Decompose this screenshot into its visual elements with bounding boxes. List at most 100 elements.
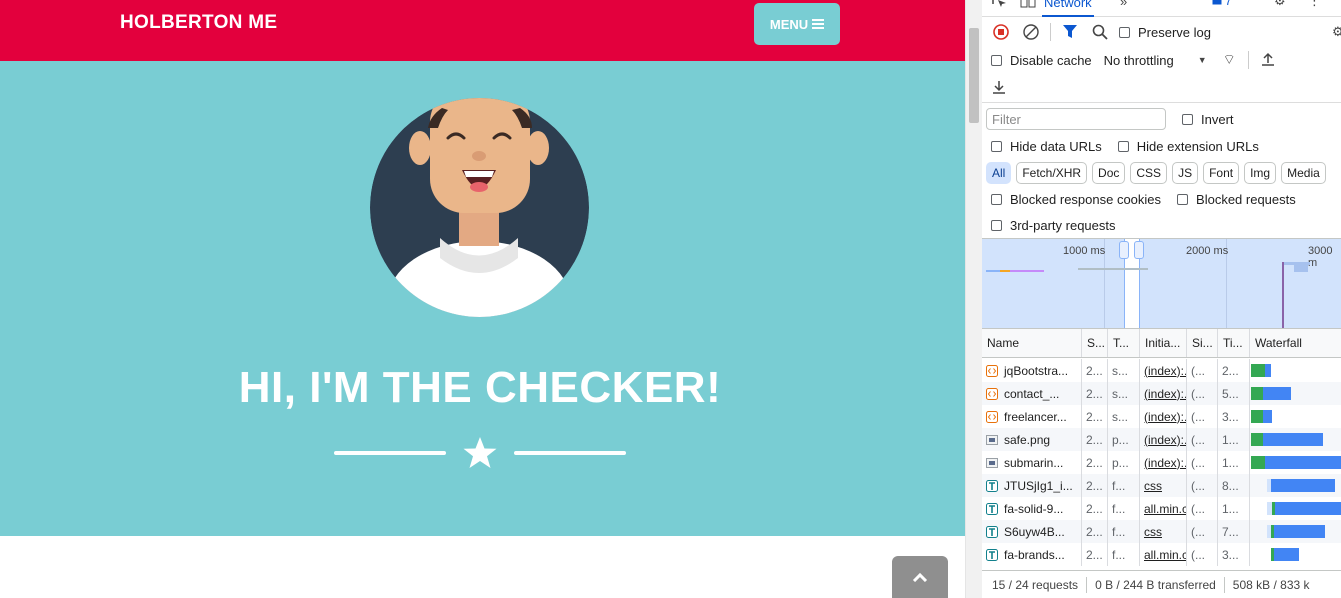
search-icon[interactable]	[1089, 21, 1111, 43]
request-row[interactable]: S6uyw4B... 2... f... css (... 7...	[982, 520, 1341, 543]
col-size[interactable]: Si...	[1187, 329, 1218, 357]
col-waterfall[interactable]: Waterfall	[1250, 329, 1341, 357]
request-initiator[interactable]: (index):...	[1140, 359, 1187, 382]
filter-input[interactable]: Filter	[986, 108, 1166, 130]
import-har-icon[interactable]	[1261, 52, 1275, 69]
issues-icon	[1212, 0, 1222, 5]
request-name-cell[interactable]: submarin...	[982, 451, 1082, 474]
network-conditions-icon[interactable]: ⌔	[1223, 51, 1236, 69]
request-name-cell[interactable]: freelancer...	[982, 405, 1082, 428]
request-name-cell[interactable]: S6uyw4B...	[982, 520, 1082, 543]
col-type[interactable]: T...	[1108, 329, 1140, 357]
filter-chip-fetch-xhr[interactable]: Fetch/XHR	[1016, 162, 1088, 184]
col-name[interactable]: Name	[982, 329, 1082, 357]
timeline-handle-left[interactable]	[1119, 241, 1129, 259]
brand-logo[interactable]: HOLBERTON ME	[120, 12, 277, 34]
url-filters: Hide data URLs Hide extension URLs	[982, 135, 1341, 157]
clear-icon[interactable]	[1020, 21, 1042, 43]
col-time[interactable]: Ti...	[1218, 329, 1250, 357]
export-har-icon[interactable]	[992, 80, 1006, 97]
third-party-requests-checkbox[interactable]	[991, 219, 1002, 231]
request-name: fa-solid-9...	[1004, 501, 1064, 516]
request-time: 1...	[1218, 497, 1250, 520]
request-name: fa-brands...	[1004, 547, 1065, 562]
request-initiator[interactable]: css	[1140, 520, 1187, 543]
request-row[interactable]: safe.png 2...p...(index):...(...1...	[982, 428, 1341, 451]
script-icon	[986, 410, 998, 423]
request-name: freelancer...	[1004, 409, 1067, 424]
request-initiator[interactable]: all.min.c...	[1140, 543, 1187, 566]
request-size: (...	[1187, 451, 1218, 474]
waterfall-bar	[1263, 387, 1291, 400]
hide-extension-urls-checkbox[interactable]	[1117, 140, 1129, 152]
filter-chip-img[interactable]: Img	[1244, 162, 1277, 184]
request-name-cell[interactable]: safe.png	[982, 428, 1082, 451]
preserve-log-label: Preserve log	[1138, 24, 1211, 40]
page-scrollbar-thumb[interactable]	[969, 28, 979, 123]
scroll-to-top-button[interactable]	[892, 556, 948, 598]
throttling-select[interactable]: No throttling ▼	[1104, 53, 1207, 68]
hide-data-urls-checkbox[interactable]	[991, 140, 1002, 152]
request-waterfall	[1250, 451, 1341, 474]
col-initiator[interactable]: Initia...	[1140, 329, 1187, 357]
preserve-log-checkbox[interactable]	[1119, 26, 1130, 38]
timeline-handle-right[interactable]	[1134, 241, 1144, 259]
request-initiator[interactable]: (index):...	[1140, 382, 1187, 405]
request-row[interactable]: jqBootstra...2...s...(index):...(...2...	[982, 359, 1341, 382]
tab-network[interactable]: Network	[1042, 0, 1094, 17]
request-initiator[interactable]: css	[1140, 474, 1187, 497]
filter-funnel-icon[interactable]	[1059, 21, 1081, 43]
request-type: f...	[1108, 543, 1140, 566]
blocked-response-cookies-label: Blocked response cookies	[1010, 191, 1162, 207]
filter-chip-doc[interactable]: Doc	[1092, 162, 1126, 184]
image-icon	[986, 457, 998, 469]
request-time: 2...	[1218, 359, 1250, 382]
timeline-overview[interactable]: 1000 ms 2000 ms 3000 m	[982, 238, 1341, 329]
disable-cache-checkbox[interactable]	[991, 54, 1002, 66]
more-options-icon[interactable]: ⋮	[1308, 0, 1321, 9]
request-status: 2...	[1082, 474, 1108, 497]
request-row[interactable]: contact_... 2...s...(index):...(...5...	[982, 382, 1341, 405]
inspect-element-icon[interactable]	[992, 0, 1008, 8]
request-name-cell[interactable]: JTUSjIg1_i...	[982, 474, 1082, 497]
request-row[interactable]: fa-brands... 2...f...all.min.c...(...3...	[982, 543, 1341, 566]
filter-chip-font[interactable]: Font	[1203, 162, 1240, 184]
hide-data-urls-label: Hide data URLs	[1010, 138, 1102, 154]
request-row[interactable]: freelancer... 2...s...(index):...(...3...	[982, 405, 1341, 428]
waterfall-bar	[1265, 456, 1341, 469]
request-name-cell[interactable]: contact_...	[982, 382, 1082, 405]
col-status[interactable]: S...	[1082, 329, 1108, 357]
request-row[interactable]: JTUSjIg1_i... 2... f... css (... 8...	[982, 474, 1341, 497]
filter-chip-css[interactable]: CSS	[1130, 162, 1168, 184]
filter-chip-all[interactable]: All	[986, 162, 1012, 184]
issues-badge[interactable]: 7	[1212, 0, 1232, 8]
blocked-response-cookies-checkbox[interactable]	[991, 193, 1002, 205]
request-time: 7...	[1218, 520, 1250, 543]
record-stop-icon[interactable]	[990, 21, 1012, 43]
request-initiator[interactable]: all.min.c...	[1140, 497, 1187, 520]
more-tabs-icon[interactable]: »	[1120, 0, 1127, 9]
request-name-cell[interactable]: jqBootstra...	[982, 359, 1082, 382]
blocked-requests-checkbox[interactable]	[1177, 193, 1189, 205]
waterfall-bar	[1263, 410, 1272, 423]
request-row[interactable]: submarin... 2...p...(index):...(...1...	[982, 451, 1341, 474]
filter-chip-media[interactable]: Media	[1281, 162, 1326, 184]
request-name: JTUSjIg1_i...	[1004, 478, 1073, 493]
invert-label: Invert	[1201, 111, 1234, 127]
menu-button[interactable]: MENU	[754, 3, 840, 45]
request-initiator[interactable]: (index):...	[1140, 405, 1187, 428]
network-settings-gear-icon[interactable]: ⚙	[1332, 24, 1341, 40]
request-initiator[interactable]: (index):...	[1140, 428, 1187, 451]
settings-gear-icon[interactable]: ⚙	[1274, 0, 1286, 9]
website-viewport: HI, I'M THE CHECKER! HOLBERTON ME MENU	[0, 0, 965, 598]
request-waterfall	[1250, 474, 1341, 497]
request-name-cell[interactable]: fa-solid-9...	[982, 497, 1082, 520]
device-toolbar-icon[interactable]	[1020, 0, 1036, 8]
request-initiator[interactable]: (index):...	[1140, 451, 1187, 474]
request-row[interactable]: fa-solid-9... 2...f...all.min.c...(...1..…	[982, 497, 1341, 520]
filter-chip-js[interactable]: JS	[1172, 162, 1199, 184]
request-size: (...	[1187, 405, 1218, 428]
page-scrollbar[interactable]	[965, 0, 982, 598]
request-name-cell[interactable]: fa-brands...	[982, 543, 1082, 566]
invert-checkbox[interactable]	[1182, 113, 1193, 125]
